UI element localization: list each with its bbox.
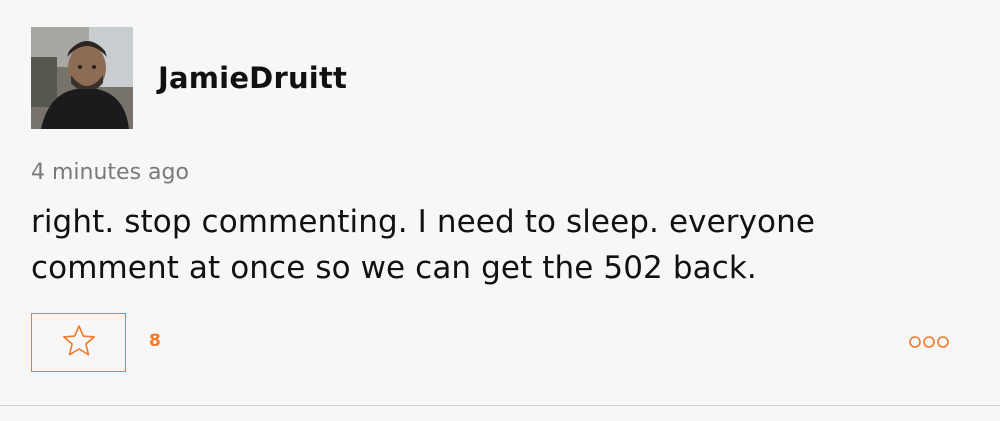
avatar-photo bbox=[31, 27, 133, 129]
comment-author[interactable]: JamieDruitt bbox=[158, 60, 347, 96]
comment-body: right. stop commenting. I need to sleep.… bbox=[31, 204, 816, 286]
more-options-button[interactable] bbox=[905, 333, 953, 353]
more-options-icon bbox=[907, 334, 951, 353]
star-outline-icon bbox=[61, 324, 97, 362]
comment-timestamp: 4 minutes ago bbox=[31, 160, 189, 185]
comment-card: JamieDruitt 4 minutes ago right. stop co… bbox=[0, 0, 1000, 405]
like-count: 8 bbox=[149, 331, 161, 351]
like-button[interactable] bbox=[31, 313, 126, 372]
avatar[interactable] bbox=[31, 27, 133, 129]
comment-divider bbox=[0, 405, 1000, 406]
